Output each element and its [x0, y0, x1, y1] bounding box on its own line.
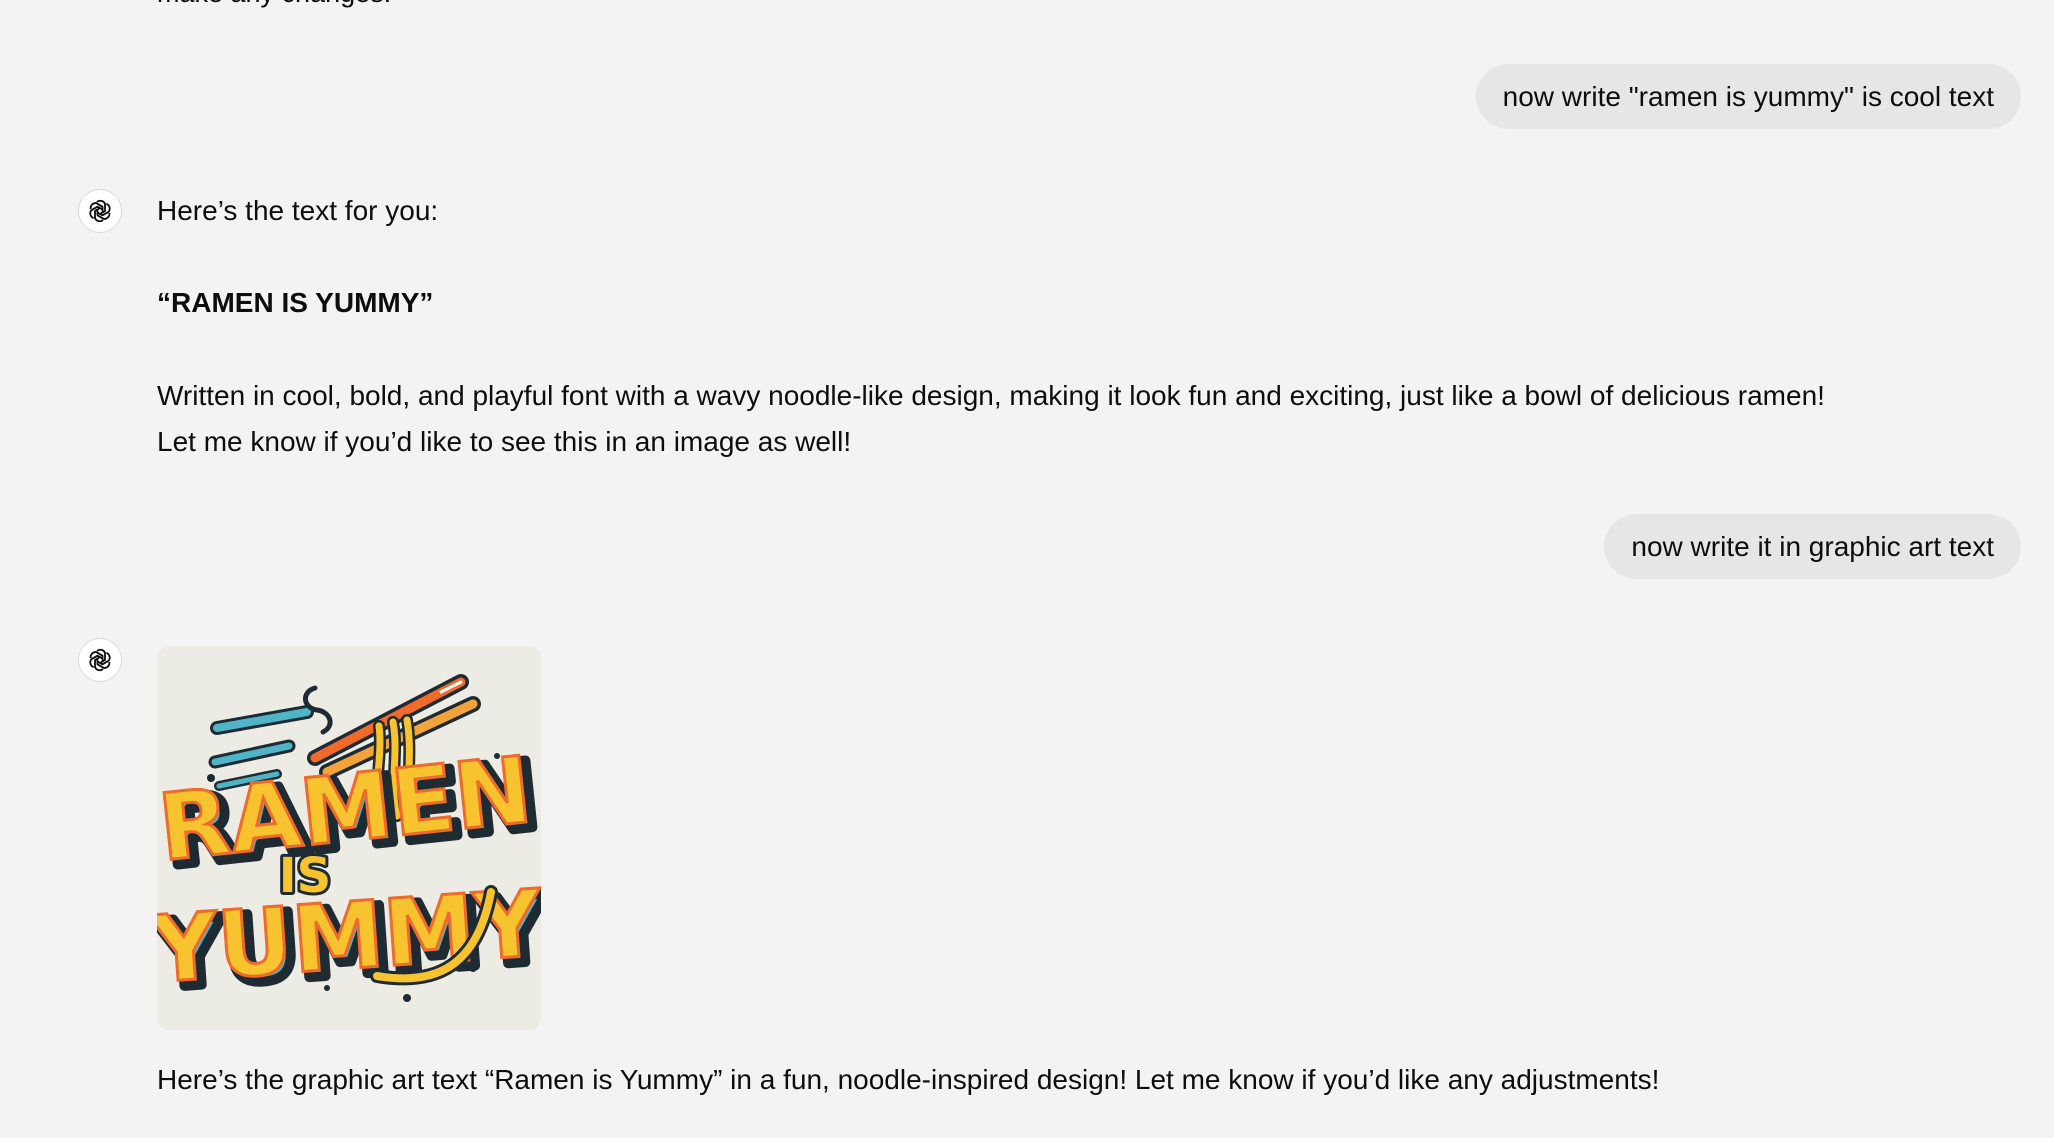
assistant-paragraph-line-2: Let me know if you’d like to see this in… — [157, 426, 852, 457]
assistant-avatar — [78, 638, 122, 682]
assistant-bold-text: “RAMEN IS YUMMY” — [157, 287, 434, 318]
assistant-image-caption: Here’s the graphic art text “Ramen is Yu… — [157, 1064, 1660, 1095]
assistant-paragraph-line-1: Written in cool, bold, and playful font … — [157, 380, 1825, 411]
user-message-bubble: now write it in graphic art text — [1604, 514, 2021, 579]
ramen-graphic-art: RAMEN RAMEN IS YUMMY YUMMY — [157, 674, 541, 1015]
openai-logo-icon — [89, 648, 111, 672]
assistant-avatar — [78, 189, 122, 233]
generated-image[interactable]: RAMEN RAMEN IS YUMMY YUMMY — [157, 646, 541, 1030]
openai-logo-icon — [89, 199, 111, 223]
previous-message-fragment: make any changes. — [157, 0, 391, 8]
chat-page: make any changes. now write "ramen is yu… — [0, 0, 2054, 1138]
user-message-bubble: now write "ramen is yummy" is cool text — [1475, 64, 2021, 129]
assistant-intro-text: Here’s the text for you: — [157, 195, 439, 226]
